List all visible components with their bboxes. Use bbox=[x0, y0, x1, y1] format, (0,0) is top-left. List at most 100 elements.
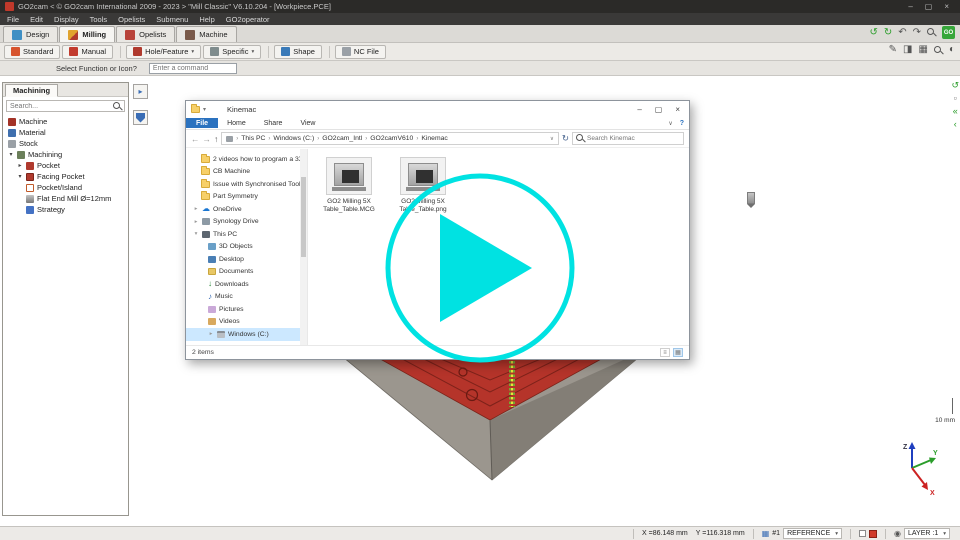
forward-icon[interactable]: → bbox=[203, 134, 212, 144]
sidebar-item-part-symmetry[interactable]: Part Symmetry bbox=[186, 191, 307, 204]
reference-dropdown[interactable]: REFERENCE ▾ bbox=[783, 528, 842, 539]
sidebar-item-this-pc[interactable]: ▾This PC bbox=[186, 228, 307, 241]
sidebar-item-videos[interactable]: Videos bbox=[186, 316, 307, 329]
toolbar-manual-button[interactable]: Manual bbox=[62, 45, 113, 59]
expander-icon[interactable]: ▾ bbox=[8, 151, 14, 158]
breadcrumb-go2camv610[interactable]: GO2camV610 bbox=[370, 135, 413, 142]
menu-go2operator[interactable]: GO2operator bbox=[226, 15, 270, 24]
tree-item-flat-end-mill[interactable]: Flat End Mill Ø=12mm bbox=[3, 193, 128, 204]
zoom-icon[interactable] bbox=[927, 28, 936, 37]
sidebar-item-desktop[interactable]: Desktop bbox=[186, 253, 307, 266]
chevron-icon[interactable]: ▾ bbox=[193, 231, 199, 237]
undo-icon[interactable]: ↶ bbox=[898, 28, 906, 38]
menu-edit[interactable]: Edit bbox=[30, 15, 43, 24]
explorer-menu-file[interactable]: File bbox=[186, 118, 218, 128]
toolbar-specific-button[interactable]: Specific ▾ bbox=[203, 45, 261, 59]
sidebar-item-cb-machine[interactable]: CB Machine bbox=[186, 166, 307, 179]
panel-play-button[interactable]: ▸ bbox=[133, 84, 148, 99]
menu-file[interactable]: File bbox=[7, 15, 19, 24]
chevron-icon[interactable]: ▸ bbox=[208, 331, 214, 337]
redo-icon[interactable]: ↷ bbox=[913, 28, 921, 38]
refresh-icon[interactable]: ↻ bbox=[562, 133, 569, 144]
breadcrumb[interactable]: › This PC › Windows (C:) › GO2cam_Intl ›… bbox=[221, 132, 559, 145]
breadcrumb-go2cam-intl[interactable]: GO2cam_Intl bbox=[322, 135, 362, 142]
tree-item-pocket-island[interactable]: Pocket/Island bbox=[3, 182, 128, 193]
panel-search-input[interactable] bbox=[6, 100, 125, 112]
tree-item-machine[interactable]: Machine bbox=[3, 116, 128, 127]
tab-opelists[interactable]: Opelists bbox=[116, 26, 175, 42]
sidebar-item-synchronised-tools[interactable]: Issue with Synchronised Tools bbox=[186, 178, 307, 191]
menu-help[interactable]: Help bbox=[199, 15, 214, 24]
back-icon[interactable]: ← bbox=[191, 134, 200, 144]
video-play-overlay[interactable] bbox=[382, 170, 578, 366]
menu-tools[interactable]: Tools bbox=[90, 15, 108, 24]
breadcrumb-this-pc[interactable]: This PC bbox=[241, 135, 265, 142]
minimize-button[interactable]: – bbox=[908, 2, 912, 11]
chevron-icon[interactable]: ▸ bbox=[193, 219, 199, 225]
step-left-icon[interactable]: ‹ bbox=[954, 119, 957, 129]
box-icon[interactable]: ▫ bbox=[954, 93, 957, 103]
sidebar-item-videos-folder[interactable]: 2 videos how to program a 3X Deb bbox=[186, 153, 307, 166]
explorer-menu-home[interactable]: Home bbox=[218, 118, 255, 128]
explorer-menu-share[interactable]: Share bbox=[255, 118, 292, 128]
operator-shield-button[interactable] bbox=[133, 110, 148, 125]
address-dropdown-icon[interactable]: ∨ bbox=[550, 136, 554, 142]
scrollbar-thumb[interactable] bbox=[301, 177, 306, 257]
toolbar-nc-file-button[interactable]: NC File bbox=[335, 45, 386, 59]
toolbar-shape-button[interactable]: Shape bbox=[274, 45, 322, 59]
details-view-icon[interactable]: ≡ bbox=[660, 348, 670, 357]
tree-item-facing-pocket[interactable]: ▾ Facing Pocket bbox=[3, 171, 128, 182]
chevron-icon[interactable]: ▸ bbox=[193, 206, 199, 212]
explorer-minimize-button[interactable]: – bbox=[637, 105, 641, 114]
layer-dropdown[interactable]: LAYER :1 ▾ bbox=[904, 528, 950, 539]
toolbar-standard-button[interactable]: Standard bbox=[4, 45, 60, 59]
sidebar-item-documents[interactable]: Documents bbox=[186, 266, 307, 279]
sidebar-item-synology-drive[interactable]: ▸Synology Drive bbox=[186, 216, 307, 229]
tab-machine[interactable]: Machine bbox=[176, 26, 236, 42]
refresh-view-icon[interactable]: ↺ bbox=[951, 80, 959, 90]
collapse-left-icon[interactable]: « bbox=[953, 106, 958, 116]
toolbar-hole-feature-button[interactable]: Hole/Feature ▾ bbox=[126, 45, 201, 59]
tree-item-machining[interactable]: ▾ Machining bbox=[3, 149, 128, 160]
sidebar-item-windows-c[interactable]: ▸Windows (C:) bbox=[186, 328, 307, 341]
sidebar-item-pictures[interactable]: Pictures bbox=[186, 303, 307, 316]
layer-checkbox[interactable] bbox=[859, 530, 866, 537]
close-button[interactable]: × bbox=[944, 2, 949, 11]
tree-item-stock[interactable]: Stock bbox=[3, 138, 128, 149]
explorer-maximize-button[interactable]: ▢ bbox=[655, 105, 663, 114]
tab-design[interactable]: Design bbox=[3, 26, 58, 42]
sidebar-item-downloads[interactable]: ↓Downloads bbox=[186, 278, 307, 291]
explorer-menu-view[interactable]: View bbox=[291, 118, 324, 128]
quick-access-dropdown-icon[interactable]: ▾ bbox=[203, 106, 206, 113]
help-icon[interactable]: ? bbox=[680, 120, 684, 127]
command-input[interactable] bbox=[149, 63, 237, 74]
grid-icon[interactable]: ▦ bbox=[919, 45, 928, 55]
rotate-right-icon[interactable]: ↻ bbox=[884, 28, 892, 38]
breadcrumb-windows-c[interactable]: Windows (C:) bbox=[273, 135, 314, 142]
sidebar-item-onedrive[interactable]: ▸☁OneDrive bbox=[186, 203, 307, 216]
color-swatch[interactable] bbox=[869, 530, 877, 538]
layer-visibility-icon[interactable]: ◉ bbox=[894, 529, 901, 538]
sidebar-item-music[interactable]: ♪Music bbox=[186, 291, 307, 304]
tree-item-strategy[interactable]: Strategy bbox=[3, 204, 128, 215]
window-select-icon[interactable]: ◨ bbox=[903, 45, 912, 55]
menu-opelists[interactable]: Opelists bbox=[118, 15, 145, 24]
render-mode-icon[interactable]: ◐ bbox=[949, 45, 955, 55]
tree-item-material[interactable]: Material bbox=[3, 127, 128, 138]
zoom-window-icon[interactable] bbox=[934, 46, 943, 55]
pencil-icon[interactable]: ✎ bbox=[889, 45, 897, 55]
file-item-mcg[interactable]: GO2 Milling 5X Table_Table.MCG bbox=[320, 157, 378, 214]
breadcrumb-kinemac[interactable]: Kinemac bbox=[421, 135, 447, 142]
maximize-button[interactable]: ▢ bbox=[925, 2, 933, 11]
menu-submenu[interactable]: Submenu bbox=[156, 15, 188, 24]
explorer-search-input[interactable] bbox=[587, 135, 680, 142]
ribbon-collapse-icon[interactable]: ∨ bbox=[668, 120, 672, 127]
up-icon[interactable]: ↑ bbox=[214, 134, 218, 144]
tab-machining-panel[interactable]: Machining bbox=[5, 84, 58, 97]
thumbnail-view-icon[interactable]: ▦ bbox=[673, 348, 683, 357]
explorer-close-button[interactable]: × bbox=[675, 105, 680, 114]
sidebar-item-3d-objects[interactable]: 3D Objects bbox=[186, 241, 307, 254]
expander-icon[interactable]: ▸ bbox=[17, 162, 23, 169]
tab-milling[interactable]: Milling bbox=[59, 26, 115, 42]
sidebar-scrollbar[interactable] bbox=[300, 149, 307, 345]
